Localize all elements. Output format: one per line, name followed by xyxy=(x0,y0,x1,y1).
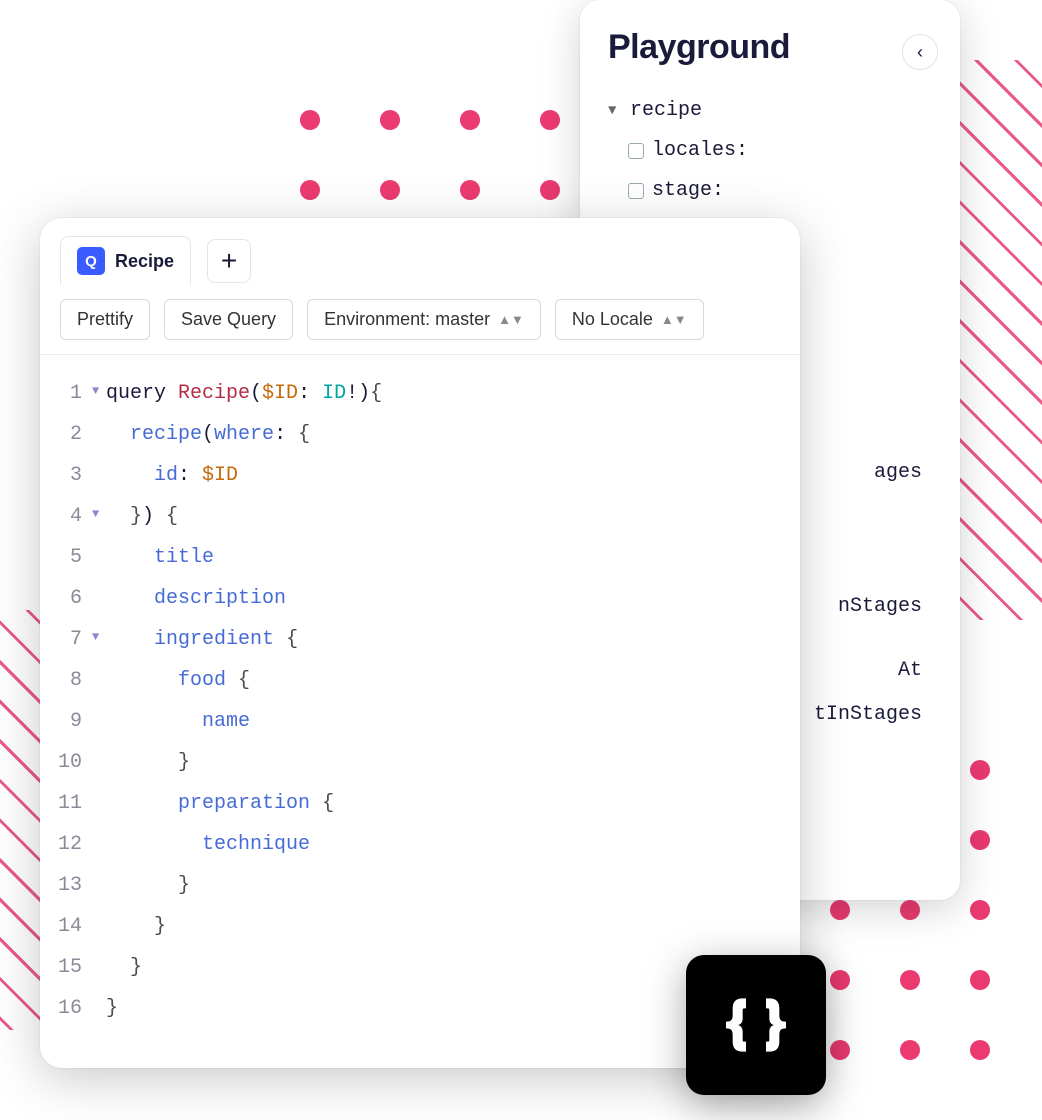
save-query-button[interactable]: Save Query xyxy=(164,299,293,340)
code-text: title xyxy=(106,537,214,578)
sort-icon: ▲▼ xyxy=(498,312,524,327)
sort-icon: ▲▼ xyxy=(661,312,687,327)
chevron-left-icon: ‹ xyxy=(917,42,923,63)
line-number: 8 xyxy=(56,660,92,701)
code-text: description xyxy=(106,578,286,619)
code-text: preparation { xyxy=(106,783,334,824)
code-text: ingredient { xyxy=(106,619,298,660)
line-number: 16 xyxy=(56,988,92,1029)
prettify-button[interactable]: Prettify xyxy=(60,299,150,340)
environment-select[interactable]: Environment: master ▲▼ xyxy=(307,299,541,340)
line-number: 6 xyxy=(56,578,92,619)
tree-node-label: recipe xyxy=(630,91,702,131)
fold-caret-icon xyxy=(92,660,106,701)
fold-caret-icon xyxy=(92,824,106,865)
checkbox-icon[interactable] xyxy=(628,183,644,199)
code-line: 3 id: $ID xyxy=(56,455,784,496)
editor-toolbar: Prettify Save Query Environment: master … xyxy=(40,285,800,355)
code-line: 8 food { xyxy=(56,660,784,701)
code-text: }) { xyxy=(106,496,178,537)
code-text: } xyxy=(106,906,166,947)
code-text: id: $ID xyxy=(106,455,238,496)
caret-down-icon: ▼ xyxy=(608,97,622,125)
code-line: 2 recipe(where: { xyxy=(56,414,784,455)
line-number: 4 xyxy=(56,496,92,537)
line-number: 7 xyxy=(56,619,92,660)
tab-bar: Q Recipe + xyxy=(40,218,800,285)
code-line: 4▼ }) { xyxy=(56,496,784,537)
collapse-button[interactable]: ‹ xyxy=(902,34,938,70)
explorer-tree: ▼ recipe locales: stage: xyxy=(608,91,932,211)
query-editor-panel: Q Recipe + Prettify Save Query Environme… xyxy=(40,218,800,1068)
code-text: recipe(where: { xyxy=(106,414,310,455)
playground-title: Playground xyxy=(608,28,932,67)
code-line: 7▼ ingredient { xyxy=(56,619,784,660)
fold-caret-icon[interactable]: ▼ xyxy=(92,496,106,537)
code-line: 12 technique xyxy=(56,824,784,865)
line-number: 3 xyxy=(56,455,92,496)
checkbox-icon[interactable] xyxy=(628,143,644,159)
code-text: query Recipe($ID: ID!){ xyxy=(106,373,382,414)
curly-braces-icon xyxy=(716,985,796,1065)
code-line: 5 title xyxy=(56,537,784,578)
code-line: 9 name xyxy=(56,701,784,742)
code-text: } xyxy=(106,947,142,988)
code-text: } xyxy=(106,988,118,1029)
locale-select[interactable]: No Locale ▲▼ xyxy=(555,299,704,340)
line-number: 10 xyxy=(56,742,92,783)
locale-label: No Locale xyxy=(572,309,653,330)
tree-arg-label: stage: xyxy=(652,171,724,211)
fold-caret-icon xyxy=(92,701,106,742)
fold-caret-icon xyxy=(92,414,106,455)
fold-caret-icon xyxy=(92,537,106,578)
code-line: 13 } xyxy=(56,865,784,906)
line-number: 14 xyxy=(56,906,92,947)
fold-caret-icon xyxy=(92,988,106,1029)
tree-arg-locales[interactable]: locales: xyxy=(608,131,932,171)
line-number: 12 xyxy=(56,824,92,865)
code-line: 16} xyxy=(56,988,784,1029)
fold-caret-icon xyxy=(92,947,106,988)
tab-label: Recipe xyxy=(115,251,174,272)
line-number: 2 xyxy=(56,414,92,455)
fold-caret-icon xyxy=(92,783,106,824)
tree-arg-stage[interactable]: stage: xyxy=(608,171,932,211)
plus-icon: + xyxy=(221,245,237,277)
line-number: 13 xyxy=(56,865,92,906)
fold-caret-icon xyxy=(92,742,106,783)
fold-caret-icon xyxy=(92,906,106,947)
add-tab-button[interactable]: + xyxy=(207,239,251,283)
line-number: 15 xyxy=(56,947,92,988)
fold-caret-icon xyxy=(92,578,106,619)
fold-caret-icon xyxy=(92,865,106,906)
tab-recipe[interactable]: Q Recipe xyxy=(60,236,191,285)
code-line: 11 preparation { xyxy=(56,783,784,824)
tree-node-recipe[interactable]: ▼ recipe xyxy=(608,91,932,131)
code-line: 6 description xyxy=(56,578,784,619)
fold-caret-icon xyxy=(92,455,106,496)
code-text: } xyxy=(106,742,190,783)
code-line: 1▼query Recipe($ID: ID!){ xyxy=(56,373,784,414)
tree-arg-label: locales: xyxy=(652,131,748,171)
line-number: 11 xyxy=(56,783,92,824)
code-line: 15 } xyxy=(56,947,784,988)
line-number: 9 xyxy=(56,701,92,742)
code-badge xyxy=(686,955,826,1095)
fold-caret-icon[interactable]: ▼ xyxy=(92,619,106,660)
code-text: name xyxy=(106,701,250,742)
code-line: 14 } xyxy=(56,906,784,947)
query-badge-icon: Q xyxy=(77,247,105,275)
code-text: technique xyxy=(106,824,310,865)
line-number: 1 xyxy=(56,373,92,414)
code-editor[interactable]: 1▼query Recipe($ID: ID!){2 recipe(where:… xyxy=(40,355,800,1047)
environment-label: Environment: master xyxy=(324,309,490,330)
decorative-dots-top xyxy=(300,110,560,200)
fold-caret-icon[interactable]: ▼ xyxy=(92,373,106,414)
code-line: 10 } xyxy=(56,742,784,783)
code-text: food { xyxy=(106,660,250,701)
line-number: 5 xyxy=(56,537,92,578)
code-text: } xyxy=(106,865,190,906)
